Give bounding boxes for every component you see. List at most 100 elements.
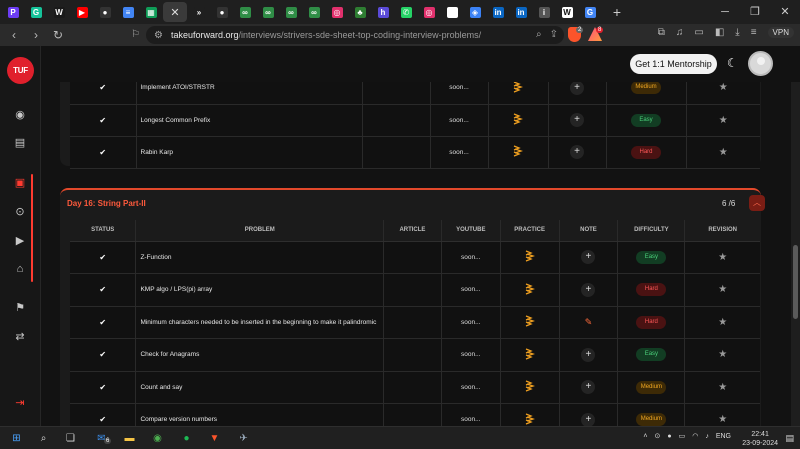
- problem-link[interactable]: Implement ATOI/STRSTR: [136, 82, 363, 105]
- edit-note-icon[interactable]: ✎: [585, 317, 593, 328]
- extensions-icon[interactable]: ⧉: [658, 27, 665, 38]
- problem-link[interactable]: Count and say: [135, 371, 385, 404]
- clock[interactable]: 22:41 23-09-2024: [742, 430, 778, 448]
- practice-link-icon[interactable]: [513, 82, 524, 93]
- add-note-icon[interactable]: +: [570, 82, 584, 95]
- checkbox-checked-icon[interactable]: ✔: [98, 285, 107, 294]
- checkbox-checked-icon[interactable]: ✔: [98, 350, 107, 359]
- browser-tab[interactable]: ≡: [117, 2, 139, 22]
- add-note-icon[interactable]: +: [581, 250, 596, 265]
- logout-icon[interactable]: ⇥: [13, 396, 27, 410]
- close-window-icon[interactable]: ✕: [770, 0, 800, 24]
- file-explorer-icon[interactable]: ▬: [122, 431, 137, 446]
- video-icon[interactable]: ▶: [13, 234, 27, 248]
- menu-icon[interactable]: ≡: [751, 27, 757, 38]
- browser-tab[interactable]: ∞: [280, 2, 302, 22]
- minimize-icon[interactable]: ─: [710, 0, 740, 24]
- revision-star-icon[interactable]: ★: [718, 382, 727, 393]
- browser-tab[interactable]: ♣: [349, 2, 371, 22]
- browser-tab[interactable]: ∞: [234, 2, 256, 22]
- battery-icon[interactable]: ▭: [679, 432, 686, 440]
- problem-link[interactable]: Longest Common Prefix: [136, 104, 363, 137]
- zoom-icon[interactable]: ⌕: [536, 29, 542, 40]
- browser-tab[interactable]: P: [2, 2, 24, 22]
- browser-tab[interactable]: G: [25, 2, 47, 22]
- browser-tab[interactable]: ▶: [71, 2, 93, 22]
- bookmark-page-icon[interactable]: ⚐: [131, 29, 140, 40]
- restore-icon[interactable]: ❐: [740, 0, 770, 24]
- practice-link-icon[interactable]: [513, 145, 524, 157]
- sidebar-toggle-icon[interactable]: ◧: [715, 27, 724, 38]
- practice-link-icon[interactable]: [525, 348, 535, 360]
- checkbox-checked-icon[interactable]: ✔: [98, 116, 107, 125]
- browser-tab[interactable]: ▦: [140, 2, 162, 22]
- checkbox-checked-icon[interactable]: ✔: [98, 415, 107, 424]
- share-icon[interactable]: ⇪: [550, 29, 558, 40]
- search-icon[interactable]: ⌕: [36, 431, 51, 446]
- browser-tab[interactable]: in: [487, 2, 509, 22]
- add-note-icon[interactable]: +: [570, 113, 584, 127]
- browser-tab[interactable]: W: [48, 2, 70, 22]
- practice-link-icon[interactable]: [525, 283, 535, 295]
- address-bar[interactable]: ⚙ takeuforward.org/interviews/strivers-s…: [146, 26, 564, 44]
- practice-link-icon[interactable]: [525, 380, 535, 392]
- checkbox-checked-icon[interactable]: ✔: [98, 318, 107, 327]
- scrollbar-thumb[interactable]: [793, 245, 798, 319]
- media-icon[interactable]: ♫: [676, 27, 684, 38]
- tuf-logo[interactable]: TUF: [7, 57, 34, 84]
- section-title[interactable]: Day 16: String Part-II: [67, 199, 146, 208]
- browser-tab[interactable]: i: [533, 2, 555, 22]
- browser-tab[interactable]: W: [556, 2, 578, 22]
- add-note-icon[interactable]: +: [581, 347, 596, 362]
- add-note-icon[interactable]: +: [581, 412, 596, 426]
- avatar[interactable]: [748, 51, 773, 76]
- volume-icon[interactable]: ♪: [705, 433, 709, 440]
- windows-start-icon[interactable]: ⊞: [9, 431, 24, 446]
- problem-link[interactable]: Z-Function: [135, 241, 385, 274]
- browser-tab[interactable]: »: [188, 2, 210, 22]
- browser-tab[interactable]: ✕: [163, 2, 187, 22]
- browser-tab[interactable]: h: [372, 2, 394, 22]
- checkbox-checked-icon[interactable]: ✔: [98, 253, 107, 262]
- browser-tab[interactable]: G: [579, 2, 601, 22]
- problem-link[interactable]: Compare version numbers: [135, 403, 385, 426]
- browser-tab[interactable]: [441, 2, 463, 22]
- tray-app-icon[interactable]: ⊙: [654, 432, 660, 440]
- revision-star-icon[interactable]: ★: [718, 317, 727, 328]
- add-note-icon[interactable]: +: [581, 380, 596, 395]
- revision-star-icon[interactable]: ★: [718, 349, 727, 360]
- task-view-icon[interactable]: ❏: [63, 431, 78, 446]
- url-text[interactable]: takeuforward.org/interviews/strivers-sde…: [171, 30, 481, 40]
- language-indicator[interactable]: ENG: [716, 433, 731, 440]
- revision-star-icon[interactable]: ★: [718, 414, 727, 425]
- checkbox-checked-icon[interactable]: ✔: [98, 83, 107, 92]
- route-icon[interactable]: ⇄: [13, 330, 27, 344]
- wifi-icon[interactable]: ◠: [692, 432, 698, 440]
- theme-toggle-icon[interactable]: ☾: [727, 56, 738, 70]
- collapse-section-button[interactable]: ︿: [749, 195, 765, 211]
- chevron-up-icon[interactable]: ˄: [643, 433, 647, 440]
- problem-link[interactable]: KMP algo / LPS(pi) array: [135, 273, 385, 307]
- forward-icon[interactable]: ›: [28, 28, 44, 42]
- clipboard-icon[interactable]: ▣: [13, 176, 27, 190]
- browser-tab[interactable]: ●: [211, 2, 233, 22]
- reload-icon[interactable]: ↻: [50, 28, 66, 42]
- revision-star-icon[interactable]: ★: [719, 115, 728, 126]
- spotify-icon[interactable]: ●: [179, 431, 194, 446]
- browser-tab[interactable]: ∞: [303, 2, 325, 22]
- problem-link[interactable]: Minimum characters needed to be inserted…: [135, 306, 385, 339]
- browser-tab[interactable]: ◎: [326, 2, 348, 22]
- vpn-button[interactable]: VPN: [767, 27, 794, 38]
- browser-tab[interactable]: in: [510, 2, 532, 22]
- add-note-icon[interactable]: +: [581, 282, 596, 297]
- practice-link-icon[interactable]: [525, 315, 535, 327]
- add-note-icon[interactable]: +: [570, 145, 584, 159]
- download-icon[interactable]: ⤓: [735, 27, 739, 38]
- chrome-icon[interactable]: ◉: [150, 431, 165, 446]
- app-icon[interactable]: ✈: [236, 431, 251, 446]
- problem-link[interactable]: Rabin Karp: [136, 136, 363, 169]
- brave-icon[interactable]: ▼: [207, 431, 222, 446]
- wallet-icon[interactable]: ▭: [694, 27, 703, 38]
- browser-tab[interactable]: ◈: [464, 2, 486, 22]
- revision-star-icon[interactable]: ★: [718, 252, 727, 263]
